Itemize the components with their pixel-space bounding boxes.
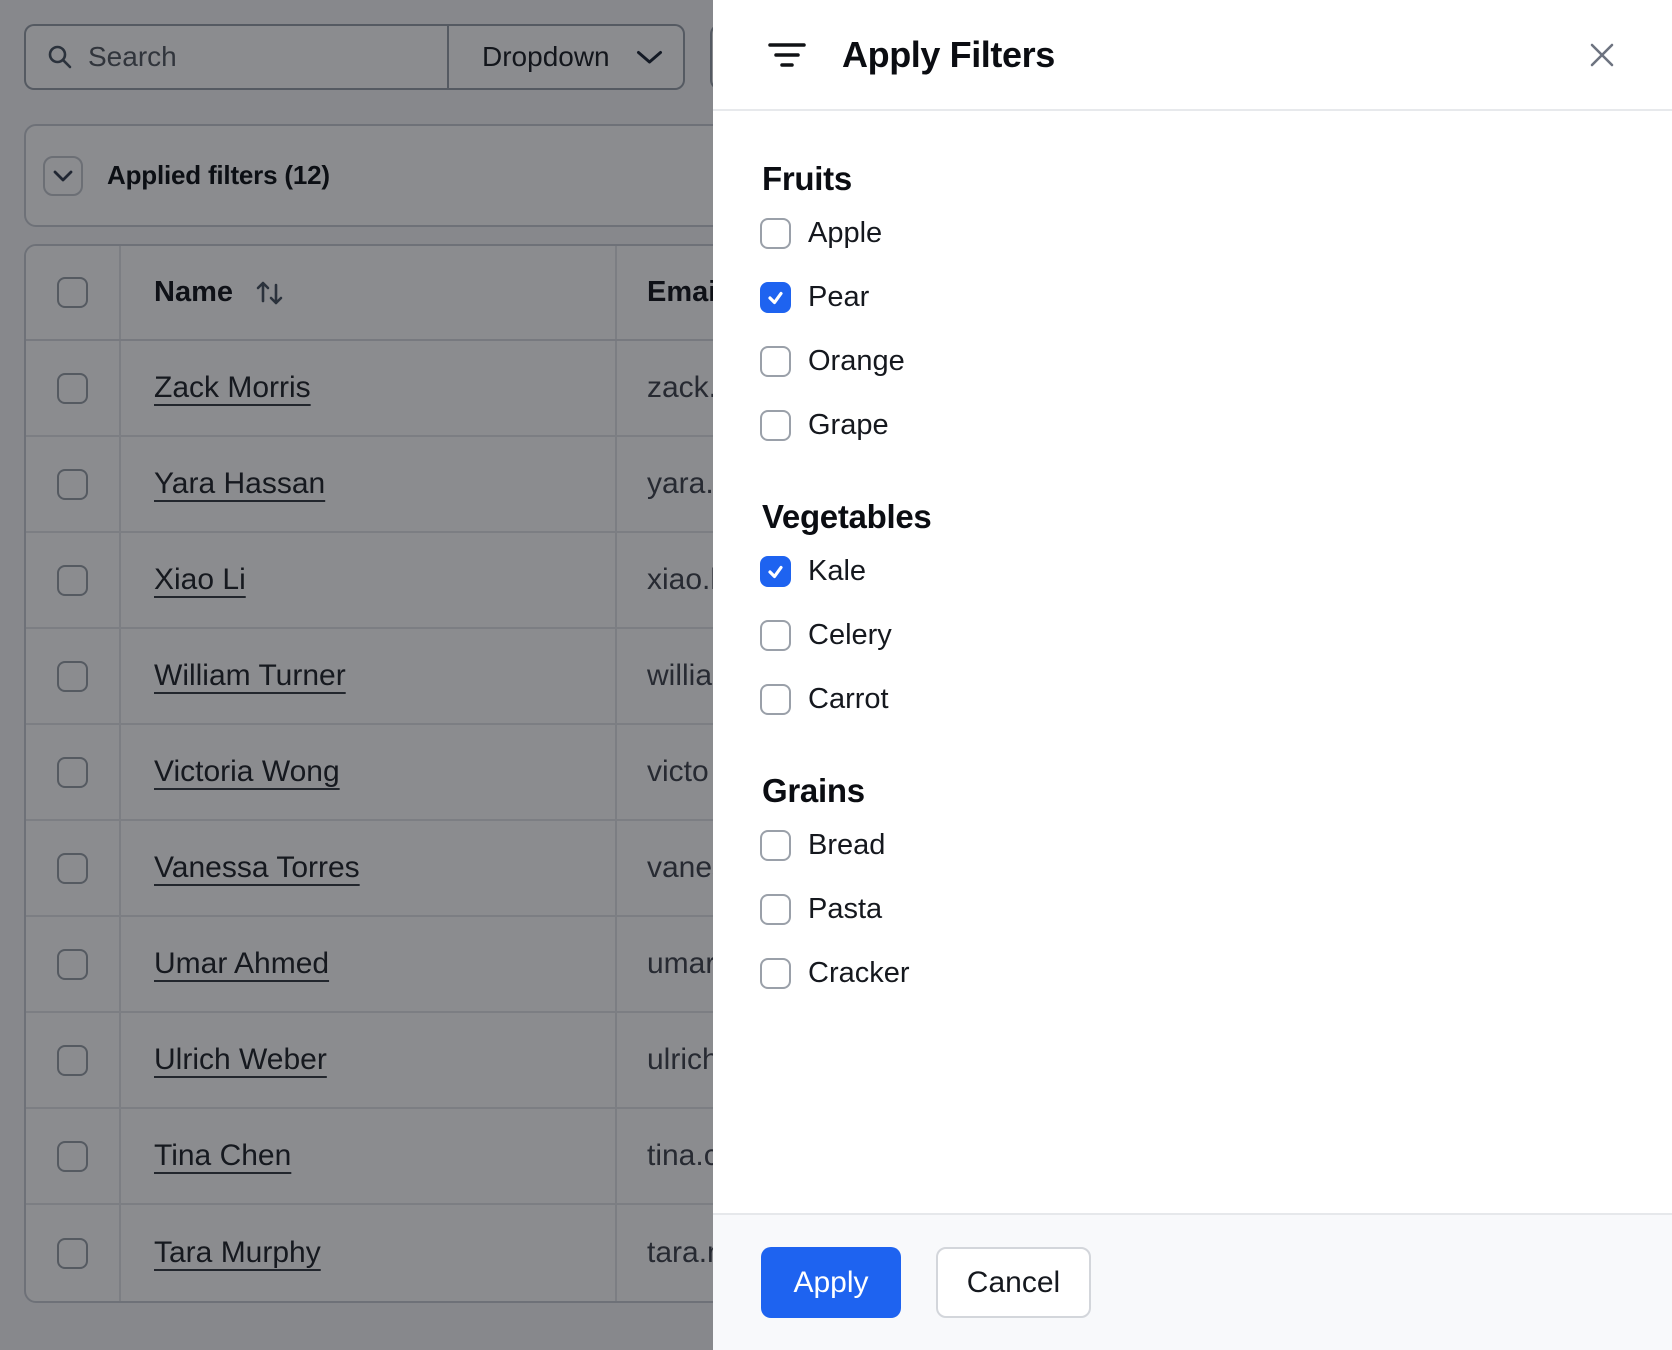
- filter-option-kale[interactable]: Kale: [760, 556, 1632, 587]
- filter-panel: Apply Filters Fruits Apple Pear Orange G…: [713, 0, 1672, 1350]
- apply-button[interactable]: Apply: [761, 1247, 901, 1318]
- option-label: Celery: [808, 619, 892, 651]
- checkbox[interactable]: [760, 620, 791, 651]
- app-root: Search Dropdown Applied filters (12) Nam…: [0, 0, 1672, 1350]
- filter-section-vegetables: Vegetables Kale Celery Carrot: [760, 497, 1632, 715]
- checkbox[interactable]: [760, 830, 791, 861]
- option-label: Orange: [808, 345, 905, 377]
- option-label: Cracker: [808, 957, 910, 989]
- filter-option-celery[interactable]: Celery: [760, 620, 1632, 651]
- cancel-button[interactable]: Cancel: [936, 1247, 1091, 1318]
- option-label: Kale: [808, 555, 867, 587]
- filter-option-pasta[interactable]: Pasta: [760, 894, 1632, 925]
- option-label: Pear: [808, 281, 870, 313]
- filter-option-cracker[interactable]: Cracker: [760, 958, 1632, 989]
- panel-body: Fruits Apple Pear Orange Grape Vegetable…: [713, 111, 1672, 1213]
- filter-section-fruits: Fruits Apple Pear Orange Grape: [760, 159, 1632, 441]
- checkbox[interactable]: [760, 556, 791, 587]
- panel-header: Apply Filters: [713, 0, 1672, 111]
- close-button[interactable]: [1580, 33, 1624, 77]
- checkbox[interactable]: [760, 410, 791, 441]
- modal-overlay[interactable]: [0, 0, 713, 1350]
- option-label: Apple: [808, 217, 883, 249]
- filter-option-pear[interactable]: Pear: [760, 282, 1632, 313]
- check-icon: [768, 565, 783, 579]
- checkbox[interactable]: [760, 684, 791, 715]
- section-heading: Fruits: [762, 160, 852, 197]
- close-icon: [1590, 43, 1614, 66]
- filter-option-apple[interactable]: Apple: [760, 218, 1632, 249]
- filter-option-carrot[interactable]: Carrot: [760, 684, 1632, 715]
- checkbox[interactable]: [760, 218, 791, 249]
- panel-footer: Apply Cancel: [713, 1213, 1672, 1350]
- panel-title: Apply Filters: [842, 33, 1055, 75]
- checkbox[interactable]: [760, 894, 791, 925]
- check-icon: [768, 291, 783, 305]
- option-label: Grape: [808, 409, 889, 441]
- filter-option-orange[interactable]: Orange: [760, 346, 1632, 377]
- section-heading: Grains: [762, 772, 865, 809]
- filter-option-grape[interactable]: Grape: [760, 410, 1632, 441]
- filter-option-bread[interactable]: Bread: [760, 830, 1632, 861]
- option-label: Bread: [808, 829, 886, 861]
- checkbox[interactable]: [760, 282, 791, 313]
- checkbox[interactable]: [760, 958, 791, 989]
- checkbox[interactable]: [760, 346, 791, 377]
- option-label: Pasta: [808, 893, 883, 925]
- filter-icon: [768, 42, 806, 67]
- filter-section-grains: Grains Bread Pasta Cracker: [760, 771, 1632, 989]
- option-label: Carrot: [808, 683, 889, 715]
- section-heading: Vegetables: [762, 498, 932, 535]
